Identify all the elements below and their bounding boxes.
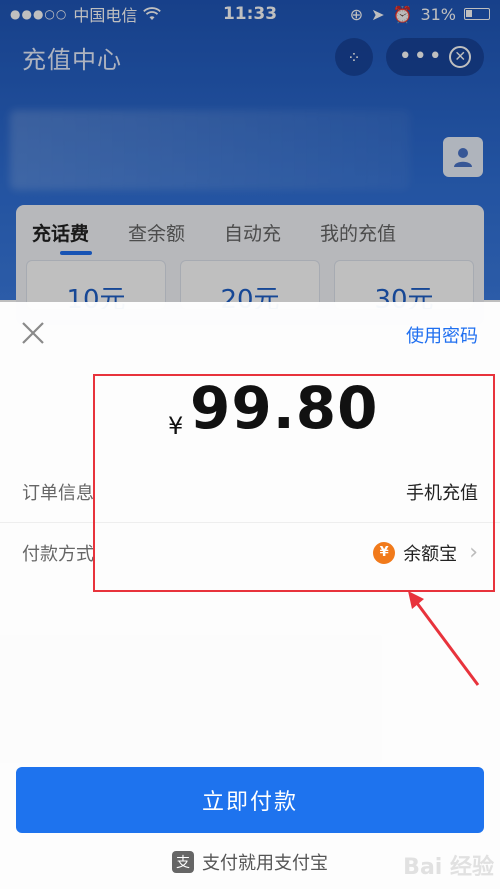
annotation-arrow-icon (408, 591, 480, 686)
close-icon[interactable] (18, 318, 48, 348)
annotation-highlight-box (93, 374, 495, 592)
alipay-logo-icon: 支 (172, 851, 194, 873)
footer-slogan: 支付就用支付宝 (202, 853, 328, 874)
pay-now-button[interactable]: 立即付款 (16, 767, 484, 833)
use-password-link[interactable]: 使用密码 (406, 322, 478, 348)
watermark: Bai 经验 (403, 855, 494, 880)
